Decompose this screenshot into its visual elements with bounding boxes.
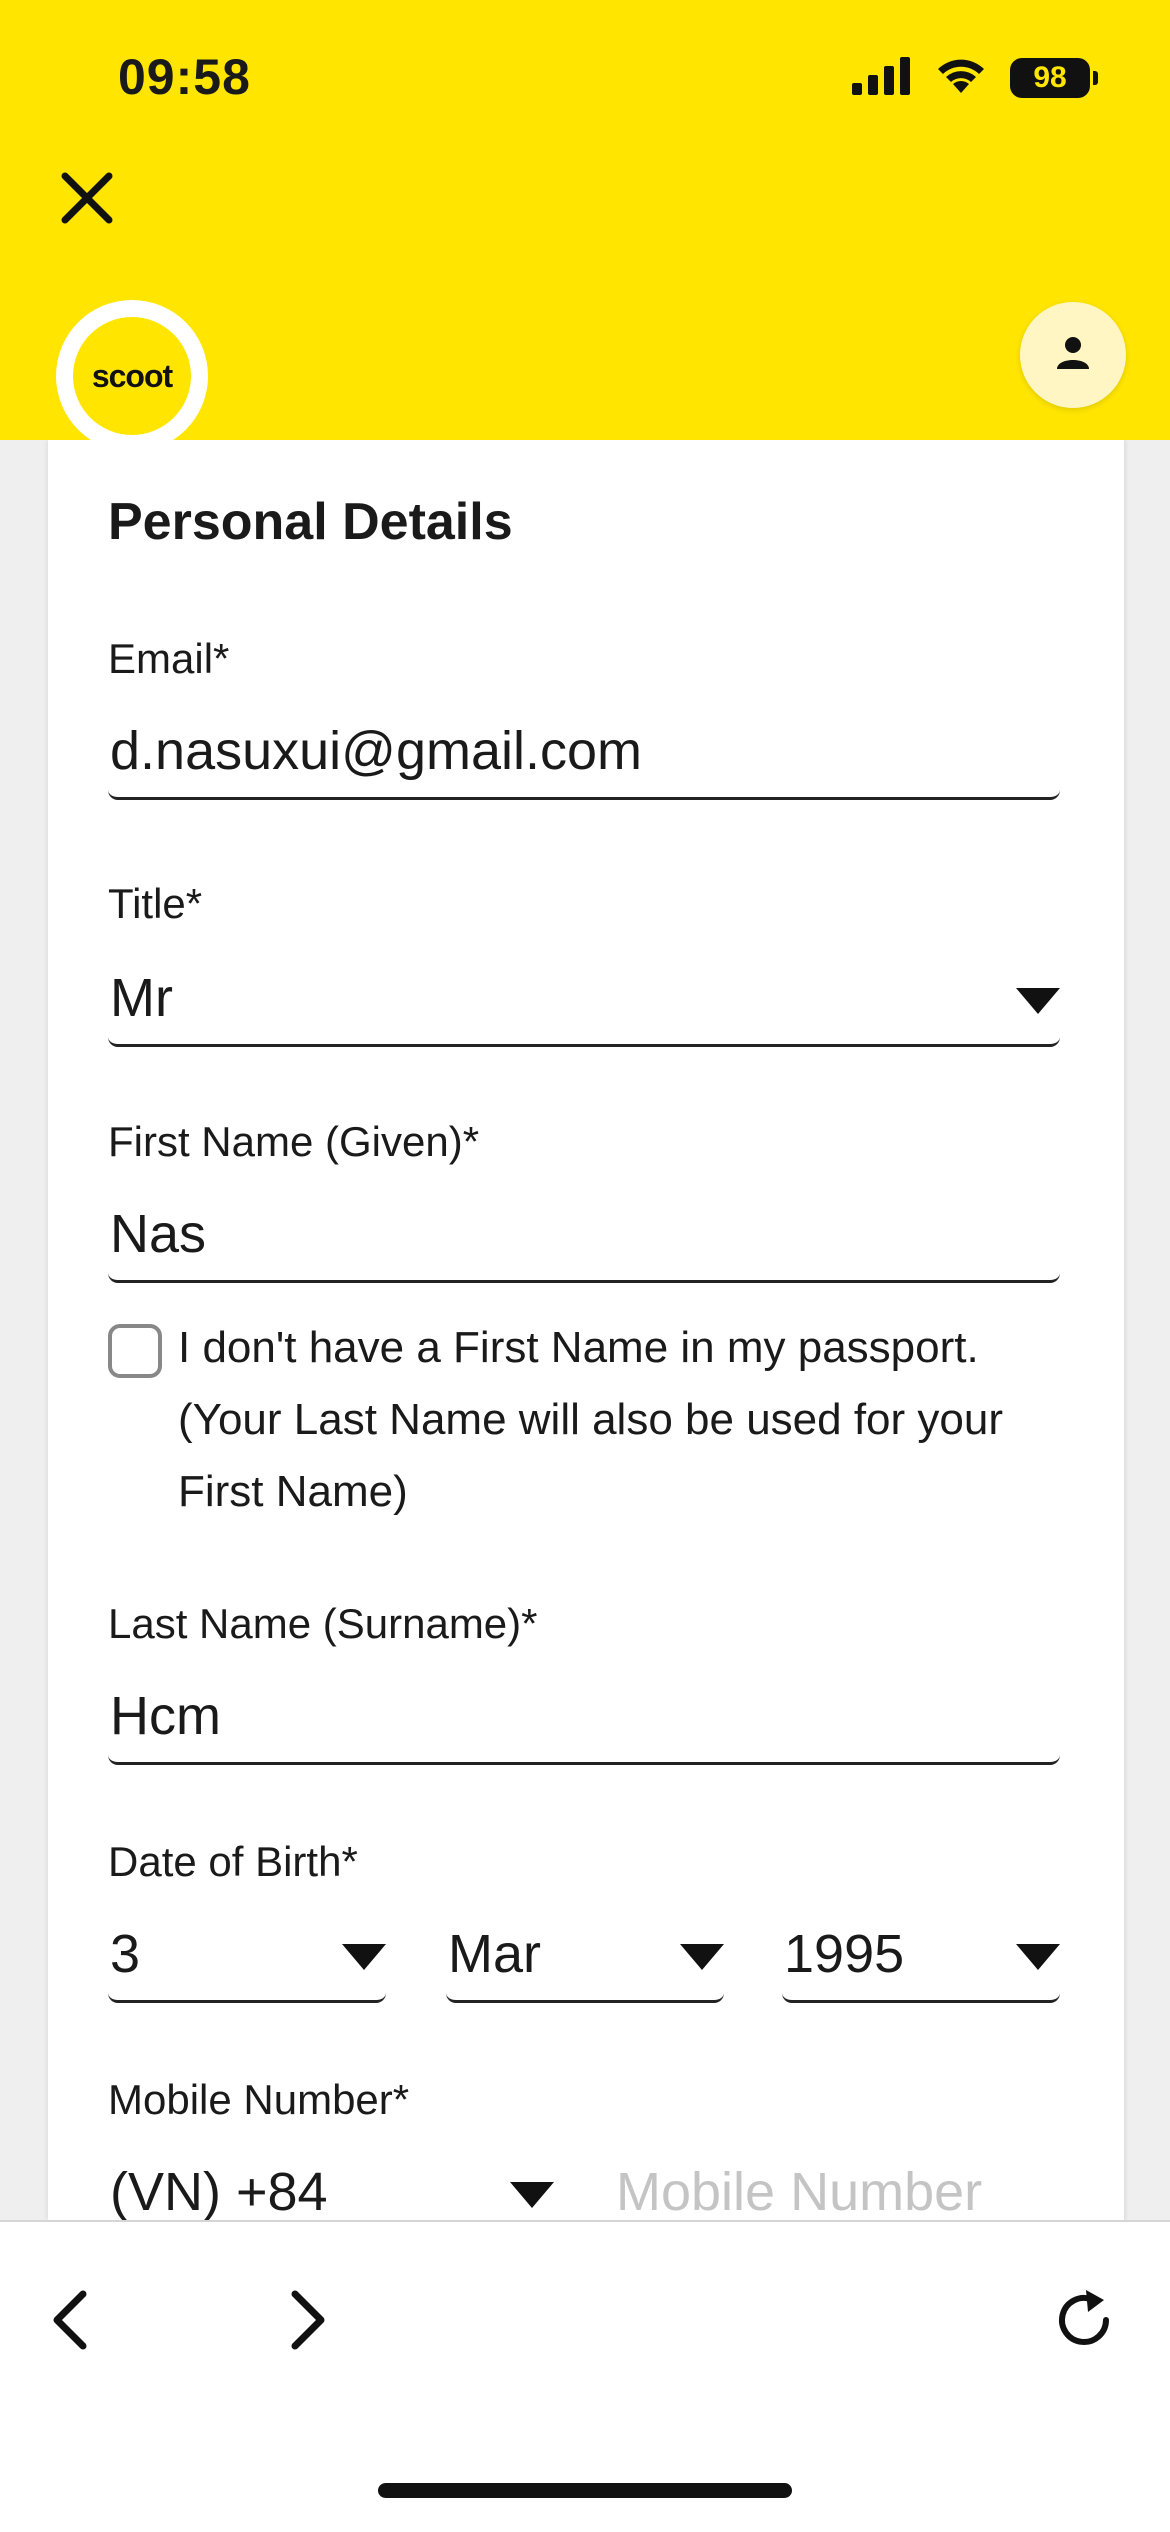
country-code-value: (VN) +84 (110, 2162, 328, 2220)
no-first-name-checkbox[interactable] (108, 1324, 162, 1378)
battery-icon: 98 (1010, 57, 1098, 98)
close-button[interactable] (52, 165, 122, 235)
status-time: 09:58 (118, 49, 251, 105)
battery-level: 98 (1033, 60, 1067, 94)
email-label: Email* (108, 635, 230, 682)
no-first-name-option[interactable]: I don't have a First Name in my passport… (108, 1320, 1060, 1528)
dob-label: Date of Birth* (108, 1838, 358, 1885)
title-label: Title* (108, 880, 203, 927)
personal-details-card: Personal Details Email* d.nasuxui@gmail.… (48, 440, 1124, 2220)
dob-day-select[interactable]: 3 (108, 1908, 386, 2003)
title-select[interactable]: Mr (108, 952, 1060, 1047)
country-code-select[interactable]: (VN) +84 (108, 2146, 554, 2220)
email-value: d.nasuxui@gmail.com (110, 721, 643, 781)
wifi-icon (934, 55, 988, 100)
scoot-logo[interactable]: scoot (56, 300, 208, 452)
email-field[interactable]: d.nasuxui@gmail.com (108, 705, 1060, 800)
status-icons: 98 (852, 55, 1098, 100)
no-first-name-text: I don't have a First Name in my passport… (178, 1323, 1003, 1516)
dob-day-value: 3 (110, 1924, 141, 1984)
forward-arrow-icon (283, 2288, 333, 2357)
person-icon (1053, 333, 1093, 378)
logo-text: scoot (73, 317, 191, 435)
section-title: Personal Details (108, 493, 513, 551)
dob-year-value: 1995 (784, 1924, 905, 1984)
mobile-number-placeholder: Mobile Number (616, 2162, 983, 2220)
home-indicator (378, 2483, 792, 2498)
profile-button[interactable] (1020, 302, 1126, 408)
dropdown-caret-icon (1016, 988, 1060, 1014)
forward-button[interactable] (268, 2282, 348, 2362)
dob-year-select[interactable]: 1995 (782, 1908, 1060, 2003)
dropdown-caret-icon (1016, 1944, 1060, 1970)
first-name-label: First Name (Given)* (108, 1118, 480, 1165)
cellular-signal-icon (852, 55, 912, 100)
mobile-number-input[interactable]: Mobile Number (614, 2146, 1060, 2220)
dropdown-caret-icon (510, 2182, 554, 2208)
first-name-value: Nas (110, 1204, 207, 1264)
page-content[interactable]: Personal Details Email* d.nasuxui@gmail.… (0, 440, 1170, 2220)
dropdown-caret-icon (342, 1944, 386, 1970)
dob-month-select[interactable]: Mar (446, 1908, 724, 2003)
title-value: Mr (110, 968, 173, 1028)
last-name-field[interactable]: Hcm (108, 1670, 1060, 1765)
back-arrow-icon (45, 2288, 95, 2357)
reload-icon (1050, 2286, 1118, 2359)
first-name-field[interactable]: Nas (108, 1188, 1060, 1283)
dropdown-caret-icon (680, 1944, 724, 1970)
close-icon (59, 170, 115, 231)
last-name-label: Last Name (Surname)* (108, 1600, 538, 1647)
mobile-label: Mobile Number* (108, 2076, 410, 2123)
last-name-value: Hcm (110, 1686, 221, 1746)
dob-month-value: Mar (448, 1924, 541, 1984)
reload-button[interactable] (1044, 2282, 1124, 2362)
back-button[interactable] (30, 2282, 110, 2362)
